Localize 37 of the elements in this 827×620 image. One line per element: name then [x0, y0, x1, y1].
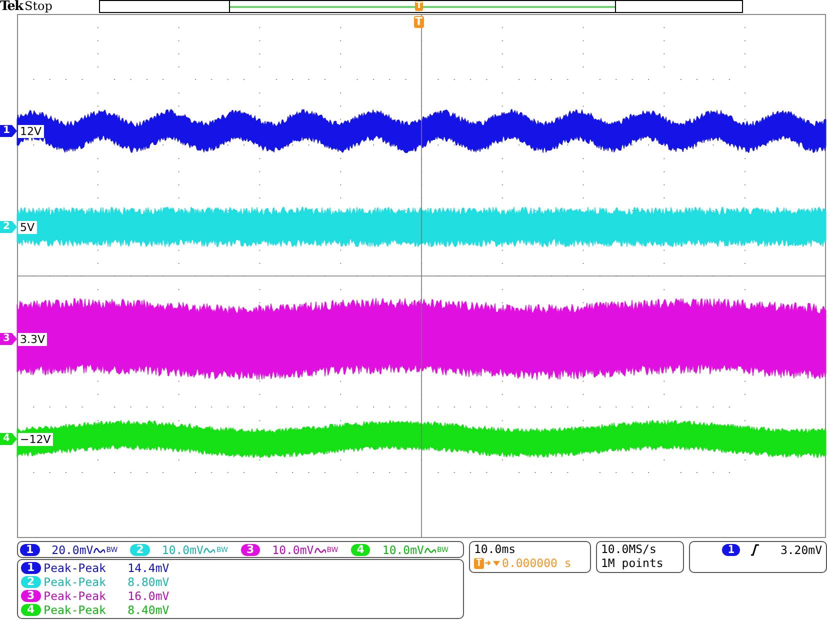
measurement-name: Peak-Peak [44, 603, 107, 617]
vertical-scale: 20.0mV [52, 542, 94, 556]
measurement-value: 8.40mV [128, 603, 170, 617]
channel-label: 5V [18, 221, 37, 234]
record-length: 1M points [601, 556, 664, 570]
channel-badge: 1 [21, 562, 41, 574]
channel-badge: 3 [21, 590, 41, 602]
vertical-scale: 10.0mV [162, 542, 204, 556]
trigger-badge: T [474, 558, 484, 568]
measurement-name: Peak-Peak [44, 561, 107, 575]
rising-edge-icon [750, 544, 760, 556]
trigger-offset-icon [485, 558, 502, 568]
channel-label: 12V [18, 125, 44, 138]
channel-marker[interactable]: 1 [0, 125, 17, 137]
measurement-value: 8.80mV [128, 575, 170, 589]
horizontal-position: 0.000000 s [502, 556, 572, 570]
measurement-name: Peak-Peak [44, 589, 107, 603]
measurement-value: 16.0mV [128, 589, 170, 603]
vertical-scale: 10.0mV [382, 542, 424, 556]
horizontal-scale: 10.0ms [474, 542, 517, 556]
trigger-source-badge[interactable]: 1 [722, 544, 740, 556]
measurement-value: 14.4mV [128, 561, 170, 575]
brand-logo: Tek [0, 0, 22, 13]
channel-marker[interactable]: 3 [0, 333, 17, 345]
trigger-marker: T [414, 16, 424, 28]
acquisition-state: Stop [24, 0, 52, 13]
channel-badge[interactable]: 3 [240, 544, 260, 556]
vertical-scale: 10.0mV [272, 542, 314, 556]
measurement-name: Peak-Peak [44, 575, 107, 589]
channel-label: 3.3V [18, 333, 48, 346]
sample-rate: 10.0MS/s [601, 542, 658, 556]
channel-badge: 2 [21, 576, 41, 588]
channel-label: −12V [18, 433, 53, 446]
trigger-position-marker: T [415, 1, 424, 11]
trigger-level: 3.20mV [780, 543, 822, 557]
channel-badge: 4 [21, 604, 41, 616]
channel-badge[interactable]: 1 [20, 544, 40, 556]
